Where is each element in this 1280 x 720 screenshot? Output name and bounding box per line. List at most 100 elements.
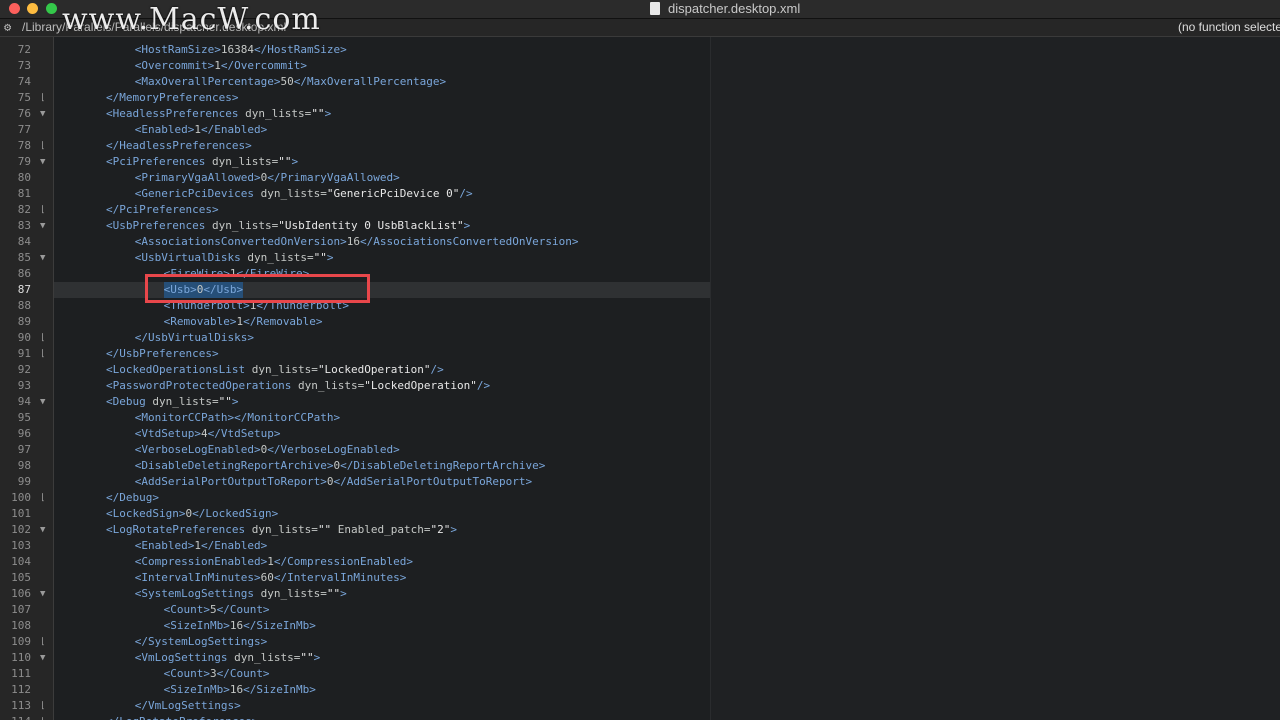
code-line[interactable]: <AddSerialPortOutputToReport>0</AddSeria…: [54, 474, 710, 490]
code-line[interactable]: <MonitorCCPath></MonitorCCPath>: [54, 410, 710, 426]
line-number-text: 74: [17, 75, 31, 88]
code-token: dyn_lists=: [291, 379, 365, 392]
fold-end-icon[interactable]: ⌊: [40, 90, 45, 106]
code-line[interactable]: <GenericPciDevices dyn_lists="GenericPci…: [54, 186, 710, 202]
code-line[interactable]: <AssociationsConvertedOnVersion>16</Asso…: [54, 234, 710, 250]
document-icon: [650, 2, 660, 15]
code-token: </Debug>: [106, 491, 159, 504]
fold-open-icon[interactable]: ▼: [40, 522, 45, 538]
fold-end-icon[interactable]: ⌊: [40, 138, 45, 154]
gear-icon[interactable]: ⚙: [4, 19, 11, 36]
code-line[interactable]: <PciPreferences dyn_lists="">: [54, 154, 710, 170]
code-line[interactable]: <VerboseLogEnabled>0</VerboseLogEnabled>: [54, 442, 710, 458]
code-line[interactable]: </MemoryPreferences>: [54, 90, 710, 106]
code-line[interactable]: </SystemLogSettings>: [54, 634, 710, 650]
line-number-text: 81: [17, 187, 31, 200]
fold-open-icon[interactable]: ▼: [40, 218, 45, 234]
code-line[interactable]: </Debug>: [54, 490, 710, 506]
fold-open-icon[interactable]: ▼: [40, 106, 45, 122]
fold-end-icon[interactable]: ⌊: [40, 698, 45, 714]
code-editor[interactable]: <HostRamSize>16384</HostRamSize> <Overcom…: [54, 37, 710, 720]
code-token: "": [313, 251, 327, 264]
fold-open-icon[interactable]: ▼: [40, 586, 45, 602]
code-line[interactable]: <Count>5</Count>: [54, 602, 710, 618]
code-line[interactable]: <SizeInMb>16</SizeInMb>: [54, 682, 710, 698]
code-line-content: <VerboseLogEnabled>0</VerboseLogEnabled>: [135, 442, 400, 458]
line-number-text: 113: [11, 699, 31, 712]
code-line[interactable]: <SizeInMb>16</SizeInMb>: [54, 618, 710, 634]
fold-end-icon[interactable]: ⌊: [40, 330, 45, 346]
code-line[interactable]: <HeadlessPreferences dyn_lists="">: [54, 106, 710, 122]
code-token: 16384: [220, 43, 255, 56]
code-line[interactable]: </VmLogSettings>: [54, 698, 710, 714]
code-line[interactable]: </LogRotatePreferences>: [54, 714, 710, 720]
function-selector[interactable]: (no function selected): [1178, 19, 1280, 36]
page-guide-area: [710, 37, 1280, 720]
code-token: >: [313, 651, 321, 664]
code-line[interactable]: <CompressionEnabled>1</CompressionEnable…: [54, 554, 710, 570]
code-token: dyn_lists=: [145, 395, 219, 408]
code-token: <MaxOverallPercentage>: [134, 75, 281, 88]
fold-open-icon[interactable]: ▼: [40, 250, 45, 266]
code-line[interactable]: <LockedSign>0</LockedSign>: [54, 506, 710, 522]
code-line-content: <SystemLogSettings dyn_lists="">: [135, 586, 347, 602]
code-line[interactable]: <HostRamSize>16384</HostRamSize>: [54, 42, 710, 58]
code-line[interactable]: </PciPreferences>: [54, 202, 710, 218]
code-line[interactable]: <Removable>1</Removable>: [54, 314, 710, 330]
fold-end-icon[interactable]: ⌊: [40, 714, 45, 720]
code-token: <LockedSign>: [106, 507, 186, 520]
fold-end-icon[interactable]: ⌊: [40, 202, 45, 218]
line-number: 78 ⌊: [0, 138, 53, 154]
code-line-content: </UsbVirtualDisks>: [135, 330, 254, 346]
code-line[interactable]: </UsbPreferences>: [54, 346, 710, 362]
code-line[interactable]: <PrimaryVgaAllowed>0</PrimaryVgaAllowed>: [54, 170, 710, 186]
code-line[interactable]: <DisableDeletingReportArchive>0</Disable…: [54, 458, 710, 474]
line-number-text: 111: [11, 667, 31, 680]
fold-end-icon[interactable]: ⌊: [40, 490, 45, 506]
minimize-window-button[interactable]: [27, 3, 38, 14]
code-line-content: <CompressionEnabled>1</CompressionEnable…: [135, 554, 413, 570]
code-line[interactable]: <SystemLogSettings dyn_lists="">: [54, 586, 710, 602]
line-number: 90 ⌊: [0, 330, 53, 346]
code-line[interactable]: <LockedOperationsList dyn_lists="LockedO…: [54, 362, 710, 378]
code-line[interactable]: <Overcommit>1</Overcommit>: [54, 58, 710, 74]
code-line[interactable]: <MaxOverallPercentage>50</MaxOverallPerc…: [54, 74, 710, 90]
code-token: <HeadlessPreferences: [106, 107, 239, 120]
fold-open-icon[interactable]: ▼: [40, 154, 45, 170]
code-line-content: <PrimaryVgaAllowed>0</PrimaryVgaAllowed>: [135, 170, 400, 186]
code-token: 16: [229, 619, 244, 632]
line-number-text: 103: [11, 539, 31, 552]
code-line[interactable]: <UsbVirtualDisks dyn_lists="">: [54, 250, 710, 266]
close-window-button[interactable]: [9, 3, 20, 14]
code-line[interactable]: <PasswordProtectedOperations dyn_lists="…: [54, 378, 710, 394]
line-number-text: 109: [11, 635, 31, 648]
code-token: "": [300, 651, 314, 664]
code-line[interactable]: <UsbPreferences dyn_lists="UsbIdentity 0…: [54, 218, 710, 234]
fold-end-icon[interactable]: ⌊: [40, 346, 45, 362]
code-line[interactable]: <Count>3</Count>: [54, 666, 710, 682]
fold-open-icon[interactable]: ▼: [40, 394, 45, 410]
zoom-window-button[interactable]: [46, 3, 57, 14]
code-token: </PciPreferences>: [106, 203, 219, 216]
code-line-content: <SizeInMb>16</SizeInMb>: [164, 682, 316, 698]
fold-open-icon[interactable]: ▼: [40, 650, 45, 666]
line-number-text: 82: [17, 203, 31, 216]
code-line[interactable]: <VmLogSettings dyn_lists="">: [54, 650, 710, 666]
code-line[interactable]: </HeadlessPreferences>: [54, 138, 710, 154]
code-line[interactable]: <IntervalInMinutes>60</IntervalInMinutes…: [54, 570, 710, 586]
line-number: 114 ⌊: [0, 714, 53, 720]
line-number: 79 ▼: [0, 154, 53, 170]
code-line[interactable]: <VtdSetup>4</VtdSetup>: [54, 426, 710, 442]
line-number-text: 77: [17, 123, 31, 136]
code-line[interactable]: <Debug dyn_lists="">: [54, 394, 710, 410]
code-line[interactable]: <LogRotatePreferences dyn_lists="" Enabl…: [54, 522, 710, 538]
code-line[interactable]: <Enabled>1</Enabled>: [54, 122, 710, 138]
fold-end-icon[interactable]: ⌊: [40, 634, 45, 650]
line-number: 105: [0, 570, 53, 586]
code-line[interactable]: </UsbVirtualDisks>: [54, 330, 710, 346]
code-token: />: [459, 187, 473, 200]
code-line[interactable]: <Enabled>1</Enabled>: [54, 538, 710, 554]
code-line-content: <LogRotatePreferences dyn_lists="" Enabl…: [106, 522, 457, 538]
code-token: >: [326, 251, 334, 264]
line-number: 85 ▼: [0, 250, 53, 266]
